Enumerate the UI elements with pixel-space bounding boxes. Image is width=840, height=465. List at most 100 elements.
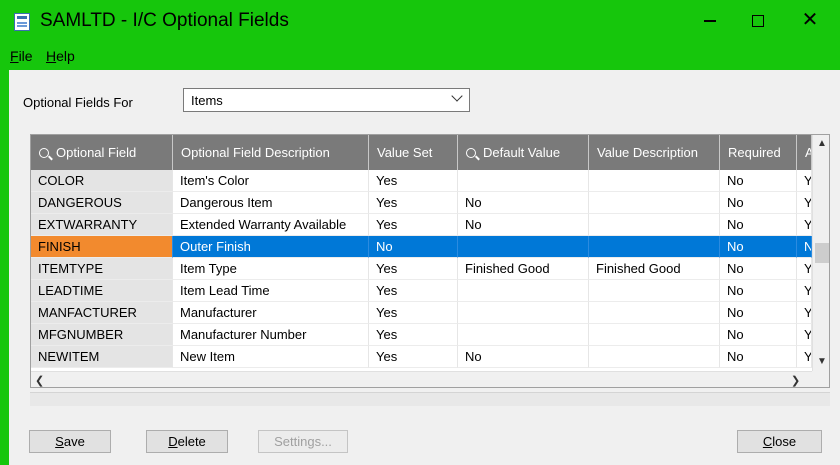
horizontal-scrollbar[interactable]: ❮ ❯	[31, 371, 812, 387]
cell-optional-field-description[interactable]: Manufacturer Number	[173, 324, 369, 346]
scroll-left-icon[interactable]: ❮	[35, 372, 49, 387]
title-bar: SAMLTD - I/C Optional Fields ✕	[0, 0, 840, 44]
cell-required[interactable]: No	[720, 258, 797, 280]
cell-a[interactable]: Y	[797, 170, 812, 192]
cell-default-value[interactable]: No	[458, 192, 589, 214]
cell-optional-field-description[interactable]: Extended Warranty Available	[173, 214, 369, 236]
cell-value-description[interactable]	[589, 324, 720, 346]
cell-value-description[interactable]	[589, 346, 720, 368]
cell-default-value[interactable]	[458, 170, 589, 192]
delete-button[interactable]: Delete	[146, 430, 228, 453]
cell-a[interactable]: Y	[797, 302, 812, 324]
cell-default-value[interactable]	[458, 302, 589, 324]
cell-value-set[interactable]: Yes	[369, 258, 458, 280]
column-header-value-description[interactable]: Value Description	[589, 135, 720, 170]
menu-help[interactable]: Help	[46, 48, 75, 64]
cell-value-description[interactable]	[589, 214, 720, 236]
cell-required[interactable]: No	[720, 346, 797, 368]
cell-a[interactable]: Y	[797, 258, 812, 280]
close-button[interactable]: Close	[737, 430, 822, 453]
cell-a[interactable]: Y	[797, 280, 812, 302]
cell-optional-field-description[interactable]: Item Lead Time	[173, 280, 369, 302]
cell-value-set[interactable]: Yes	[369, 324, 458, 346]
cell-default-value[interactable]	[458, 324, 589, 346]
column-header-required[interactable]: Required	[720, 135, 797, 170]
column-header-optional-field[interactable]: Optional Field	[31, 135, 173, 170]
cell-default-value[interactable]: No	[458, 214, 589, 236]
cell-optional-field[interactable]: FINISH	[31, 236, 173, 258]
cell-required[interactable]: No	[720, 214, 797, 236]
optional-fields-for-select[interactable]: Items	[183, 88, 470, 112]
cell-optional-field[interactable]: DANGEROUS	[31, 192, 173, 214]
scroll-down-icon[interactable]: ▼	[813, 353, 829, 371]
vertical-scrollbar[interactable]: ▲ ▼	[812, 135, 829, 387]
cell-optional-field-description[interactable]: Item's Color	[173, 170, 369, 192]
cell-a[interactable]: Y	[797, 214, 812, 236]
cell-value-set[interactable]: Yes	[369, 192, 458, 214]
table-row[interactable]: COLOR Item's Color Yes No Y	[31, 170, 812, 192]
search-icon[interactable]	[39, 148, 49, 158]
cell-optional-field-description[interactable]: Dangerous Item	[173, 192, 369, 214]
cell-value-description[interactable]	[589, 302, 720, 324]
cell-required[interactable]: No	[720, 236, 797, 258]
save-button[interactable]: Save	[29, 430, 111, 453]
cell-value-description[interactable]	[589, 170, 720, 192]
cell-value-set[interactable]: Yes	[369, 346, 458, 368]
cell-value-set[interactable]: Yes	[369, 302, 458, 324]
column-header-a[interactable]: A	[797, 135, 812, 170]
cell-a[interactable]: Y	[797, 192, 812, 214]
cell-optional-field[interactable]: COLOR	[31, 170, 173, 192]
cell-a[interactable]: Y	[797, 324, 812, 346]
table-row[interactable]: FINISHOuter FinishNoNoN	[31, 236, 812, 258]
cell-default-value[interactable]: No	[458, 346, 589, 368]
cell-value-set[interactable]: Yes	[369, 280, 458, 302]
search-icon[interactable]	[466, 148, 476, 158]
cell-required[interactable]: No	[720, 170, 797, 192]
cell-value-description[interactable]	[589, 236, 720, 258]
cell-optional-field[interactable]: MANFACTURER	[31, 302, 173, 324]
cell-required[interactable]: No	[720, 302, 797, 324]
table-row[interactable]: MFGNUMBER Manufacturer Number Yes No Y	[31, 324, 812, 346]
table-row[interactable]: MANFACTURER Manufacturer Yes No Y	[31, 302, 812, 324]
cell-required[interactable]: No	[720, 324, 797, 346]
scroll-thumb[interactable]	[815, 243, 829, 263]
scroll-up-icon[interactable]: ▲	[813, 135, 829, 153]
cell-required[interactable]: No	[720, 280, 797, 302]
table-row[interactable]: NEWITEM New Item Yes No No Y	[31, 346, 812, 368]
cell-value-set[interactable]: No	[369, 236, 458, 258]
cell-optional-field-description[interactable]: New Item	[173, 346, 369, 368]
column-header-default-value[interactable]: Default Value	[458, 135, 589, 170]
close-window-button[interactable]: ✕	[790, 6, 830, 34]
cell-default-value[interactable]	[458, 280, 589, 302]
cell-default-value[interactable]	[458, 236, 589, 258]
cell-value-description[interactable]: Finished Good	[589, 258, 720, 280]
cell-optional-field-description[interactable]: Manufacturer	[173, 302, 369, 324]
table-row[interactable]: DANGEROUS Dangerous Item Yes No No Y	[31, 192, 812, 214]
cell-optional-field[interactable]: LEADTIME	[31, 280, 173, 302]
cell-value-description[interactable]	[589, 280, 720, 302]
cell-default-value[interactable]: Finished Good	[458, 258, 589, 280]
maximize-button[interactable]	[738, 6, 778, 34]
cell-optional-field[interactable]: EXTWARRANTY	[31, 214, 173, 236]
table-row[interactable]: ITEMTYPE Item Type Yes Finished Good Finishe…	[31, 258, 812, 280]
cell-optional-field[interactable]: NEWITEM	[31, 346, 173, 368]
cell-value-description[interactable]	[589, 192, 720, 214]
cell-value-set[interactable]: Yes	[369, 214, 458, 236]
scroll-right-icon[interactable]: ❯	[791, 372, 805, 387]
cell-optional-field[interactable]: ITEMTYPE	[31, 258, 173, 280]
column-header-optional-field-description[interactable]: Optional Field Description	[173, 135, 369, 170]
column-header-value-set[interactable]: Value Set	[369, 135, 458, 170]
settings-button[interactable]: Settings...	[258, 430, 348, 453]
cell-value-set[interactable]: Yes	[369, 170, 458, 192]
menu-file[interactable]: File	[10, 48, 33, 64]
cell-optional-field[interactable]: MFGNUMBER	[31, 324, 173, 346]
table-row[interactable]: LEADTIME Item Lead Time Yes No Y	[31, 280, 812, 302]
app-window: SAMLTD - I/C Optional Fields ✕ File Help…	[0, 0, 840, 465]
cell-optional-field-description[interactable]: Outer Finish	[173, 236, 369, 258]
minimize-button[interactable]	[690, 6, 730, 34]
table-row[interactable]: EXTWARRANTY Extended Warranty Available Ye…	[31, 214, 812, 236]
cell-a[interactable]: Y	[797, 346, 812, 368]
cell-required[interactable]: No	[720, 192, 797, 214]
cell-a[interactable]: N	[797, 236, 812, 258]
cell-optional-field-description[interactable]: Item Type	[173, 258, 369, 280]
